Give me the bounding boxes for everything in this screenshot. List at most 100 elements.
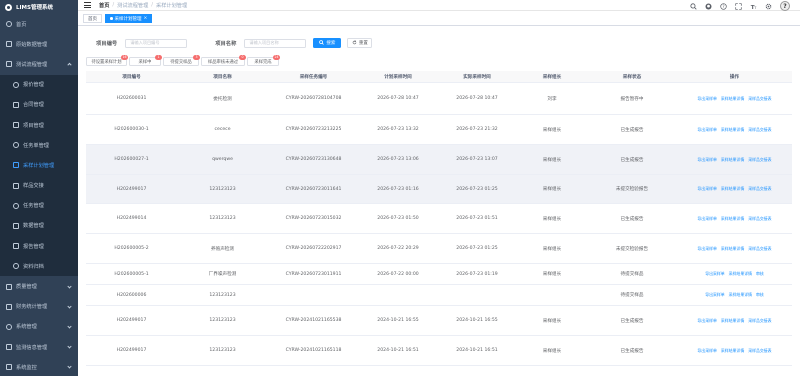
- status-tab[interactable]: 样品审核未通过 0: [201, 54, 246, 66]
- status-tab[interactable]: 采样完成 24: [247, 54, 280, 66]
- avatar[interactable]: ?: [780, 1, 790, 11]
- status-tab[interactable]: 待提交样品 3: [163, 54, 200, 66]
- sidebar-item-test-flow[interactable]: 测试流程管理: [0, 54, 78, 74]
- row-action-link[interactable]: 采样品交接表: [748, 246, 771, 252]
- search-button[interactable]: 搜索: [313, 38, 342, 48]
- row-actions: 导出采样单 采样结果详情 采样品交接表: [677, 175, 792, 203]
- row-action-link[interactable]: 采样品交接表: [748, 96, 771, 102]
- row-action-link[interactable]: 审核: [756, 271, 764, 277]
- project-no-cell: H202499017: [116, 348, 147, 353]
- row-action-link[interactable]: 审核: [756, 292, 764, 298]
- row-action-link[interactable]: 导出采样单: [697, 348, 716, 354]
- sidebar-item-task-order[interactable]: 任务单管理: [0, 135, 78, 156]
- row-action-link[interactable]: 采样结果详情: [721, 348, 744, 354]
- sidebar-item-system-monitor[interactable]: 系统监控: [0, 357, 78, 376]
- chevron-down-icon: [67, 324, 72, 329]
- project-name-input[interactable]: 请输入项目名称: [244, 38, 307, 48]
- row-action-link[interactable]: 导出采样单: [705, 271, 724, 277]
- row-action-link[interactable]: 采样结果详情: [721, 96, 744, 102]
- sidebar-item-quote[interactable]: 报价管理: [0, 74, 78, 95]
- github-icon[interactable]: [705, 2, 712, 10]
- status-tab[interactable]: 待设置采样计划 16: [86, 54, 128, 66]
- sidebar-item-system[interactable]: 系统管理: [0, 317, 78, 337]
- plan-time-cell: 2026-07-22 00:00: [377, 271, 419, 277]
- sidebar-item-tasks[interactable]: 任务管理: [0, 195, 78, 216]
- leader-cell: 采样组长: [542, 216, 562, 222]
- tag-home[interactable]: 首页: [83, 14, 102, 23]
- row-action-link[interactable]: 导出采样单: [697, 127, 716, 133]
- sidebar-item-label: 系统管理: [16, 324, 37, 331]
- sample-icon: [13, 182, 19, 189]
- gear-icon[interactable]: [765, 3, 772, 10]
- sidebar-item-quality[interactable]: 质量管理: [0, 276, 78, 296]
- close-icon[interactable]: ×: [144, 16, 148, 21]
- sidebar-item-finance[interactable]: 财务统计管理: [0, 297, 78, 317]
- sidebar-item-label: 系统监控: [16, 364, 37, 371]
- row-action-link[interactable]: 导出采样单: [697, 186, 716, 192]
- row-action-link[interactable]: 导出采样单: [697, 96, 716, 102]
- chevron-down-icon: [67, 364, 72, 369]
- leader-cell: 采样组长: [542, 272, 562, 277]
- row-action-link[interactable]: 采样品交接表: [748, 318, 771, 324]
- row-action-link[interactable]: 采样结果详情: [721, 157, 744, 163]
- task-no-cell: CYRW-20241021165538: [285, 318, 342, 323]
- sidebar-item-raw-data[interactable]: 原始数据管理: [0, 34, 78, 54]
- row-action-link[interactable]: 导出采样单: [697, 157, 716, 163]
- row-actions: 导出采样单 采样结果详情 采样品交接表: [677, 336, 792, 365]
- tag-sampling-plan[interactable]: 采样计划管理 ×: [105, 14, 153, 23]
- row-action-link[interactable]: 导出采样单: [697, 216, 716, 222]
- sidebar-item-monitor-info[interactable]: 监测信息管理: [0, 337, 78, 357]
- sidebar-item-contract[interactable]: 合同管理: [0, 94, 78, 115]
- row-action-link[interactable]: 导出采样单: [705, 292, 724, 298]
- row-action-link[interactable]: 导出采样单: [697, 246, 716, 252]
- status-tab[interactable]: 采样中 1: [129, 54, 162, 66]
- row-action-link[interactable]: 采样结果详情: [721, 246, 744, 252]
- row-action-link[interactable]: 采样结果详情: [721, 127, 744, 133]
- leader-cell: 刘李: [547, 96, 557, 102]
- status-tab-label: 待设置采样计划: [91, 59, 122, 65]
- row-action-link[interactable]: 采样品交接表: [748, 216, 771, 222]
- row-action-link[interactable]: 采样结果详情: [729, 292, 752, 298]
- sidebar-item-sample-handover[interactable]: 样品交接: [0, 175, 78, 196]
- row-action-link[interactable]: 采样结果详情: [721, 216, 744, 222]
- search-icon: [319, 39, 325, 47]
- sidebar-item-project[interactable]: 项目管理: [0, 114, 78, 136]
- status-tabs: 待设置采样计划 16 采样中 1 待提交样品 3 样品审核未通过 0 采样完成 …: [86, 54, 280, 66]
- monitor-icon: [6, 344, 12, 351]
- project-name-cell: 123123123: [209, 186, 236, 192]
- status-cell: 待提交样品: [620, 293, 644, 298]
- fullscreen-icon[interactable]: [735, 2, 742, 10]
- sidebar-item-home[interactable]: 首页: [0, 14, 78, 34]
- row-action-link[interactable]: 采样品交接表: [748, 348, 771, 354]
- project-no-label: 项目编号: [96, 41, 118, 47]
- project-no-cell: H202600027-1: [114, 157, 149, 162]
- row-actions: 导出采样单 采样结果详情 采样品交接表: [677, 204, 792, 233]
- project-no-input[interactable]: 请输入项目编号: [125, 38, 188, 48]
- actual-time-cell: 2026-07-28 10:47: [456, 96, 498, 101]
- quote-icon: [13, 81, 19, 88]
- row-action-link[interactable]: 采样品交接表: [748, 127, 771, 133]
- row-action-link[interactable]: 采样结果详情: [721, 186, 744, 192]
- breadcrumb-item[interactable]: 首页: [99, 2, 109, 9]
- search-icon[interactable]: [690, 2, 697, 10]
- status-tab-label: 待提交样品: [170, 59, 192, 65]
- status-cell: 已生成报告: [620, 216, 644, 222]
- task-no-cell: [268, 285, 359, 305]
- task-icon: [13, 142, 19, 149]
- sidebar-item-data[interactable]: 数据管理: [0, 215, 78, 237]
- font-size-icon[interactable]: TT: [750, 3, 757, 9]
- row-action-link[interactable]: 采样品交接表: [748, 186, 771, 192]
- row-action-link[interactable]: 采样结果详情: [729, 271, 752, 277]
- leader-cell: [517, 285, 587, 305]
- sidebar-item-sampling-plan[interactable]: 采样计划管理: [0, 155, 78, 176]
- question-icon[interactable]: ?: [720, 2, 727, 10]
- sidebar-item-report[interactable]: 报告管理: [0, 236, 78, 257]
- table-body: H202600031 委托检测 CYRW-20260728104708 2026-07…: [86, 83, 792, 366]
- row-action-link[interactable]: 采样品交接表: [748, 157, 771, 163]
- hamburger-icon[interactable]: [84, 2, 91, 8]
- sidebar-item-archive[interactable]: 资料归档: [0, 256, 78, 277]
- row-action-link[interactable]: 采样结果详情: [721, 318, 744, 324]
- task-no-cell: CYRW-20260723130648: [285, 157, 342, 162]
- reset-button[interactable]: 重置: [347, 38, 373, 48]
- row-action-link[interactable]: 导出采样单: [697, 318, 716, 324]
